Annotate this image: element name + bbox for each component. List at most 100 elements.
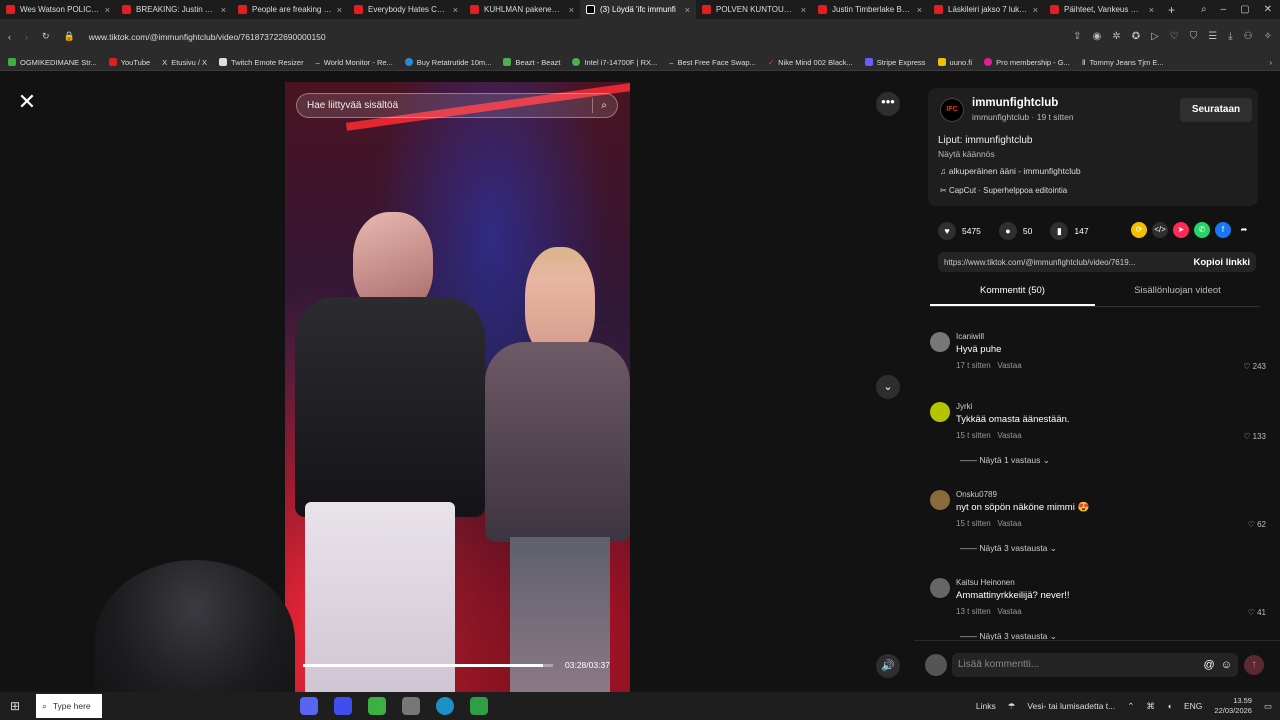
sound-link[interactable]: ♫ alkuperäinen ääni - immunfightclub	[940, 166, 1081, 176]
close-video-button[interactable]: ✕	[15, 91, 39, 115]
video-progress-bar[interactable]	[303, 664, 553, 667]
tray-chevron-icon[interactable]: ⌃	[1127, 701, 1134, 712]
bookmark[interactable]: – World Monitor - Re...	[316, 58, 393, 67]
bookmark[interactable]: Stripe Express	[864, 58, 926, 67]
browser-tab[interactable]: BREAKING: Justin Timberl ×	[116, 0, 232, 19]
commenter-name[interactable]: Icaniwill	[956, 332, 984, 341]
bookmark[interactable]: Beazt - Beazt	[503, 58, 560, 67]
comment-like-button[interactable]: ♡ 133	[1243, 432, 1266, 441]
related-search-input[interactable]: Hae liittyvää sisältöä ⌕	[296, 93, 618, 118]
follow-button[interactable]: Seurataan	[1180, 98, 1252, 122]
whatsapp-icon[interactable]: ✆	[1194, 222, 1210, 238]
commenter-avatar[interactable]	[930, 578, 950, 598]
repost-icon[interactable]: ⟳	[1131, 222, 1147, 238]
bookmark[interactable]: Buy Retatrutide 10m...	[404, 58, 491, 67]
comment-like-button[interactable]: ♡ 243	[1243, 362, 1266, 371]
share-arrow-icon[interactable]: ➦	[1236, 222, 1252, 238]
profile-icon[interactable]: ⚇	[1244, 31, 1253, 42]
comment-like-button[interactable]: ♡ 41	[1248, 608, 1266, 617]
shield-icon[interactable]	[402, 697, 420, 715]
close-tab-icon[interactable]: ×	[1149, 5, 1154, 15]
save-button[interactable]: ▮ 147	[1050, 222, 1089, 240]
browser-tab[interactable]: Läskileiri jakso 7 lukkopa ×	[928, 0, 1044, 19]
comment-button[interactable]: ● 50	[998, 222, 1032, 240]
embed-icon[interactable]: </>	[1152, 222, 1168, 238]
weather-text[interactable]: Vesi- tai lumisadetta t...	[1027, 701, 1115, 711]
tab-creator-videos[interactable]: Sisällönluojan videot	[1095, 285, 1260, 306]
extension-icon[interactable]: ✲	[1112, 31, 1120, 42]
share-icon[interactable]: ⇪	[1073, 31, 1081, 42]
browser-tab[interactable]: Justin Timberlake Bodyca ×	[812, 0, 928, 19]
close-tab-icon[interactable]: ×	[453, 5, 458, 15]
windows-start-icon[interactable]: ⊞	[0, 699, 30, 713]
forward-icon[interactable]: ›	[25, 32, 28, 42]
translate-link[interactable]: Näytä käännös	[938, 149, 995, 159]
commenter-avatar[interactable]	[930, 332, 950, 352]
new-tab-icon[interactable]: +	[1160, 3, 1183, 17]
bookmark[interactable]: ✓ Nike Mind 002 Black...	[768, 58, 853, 67]
bookmark[interactable]: X Etusivu / X	[162, 58, 207, 67]
links-toolbar[interactable]: Links	[976, 701, 996, 711]
copy-link-button[interactable]: Kopioi linkki	[1194, 257, 1250, 268]
send-comment-button[interactable]: ↑	[1244, 655, 1264, 675]
app-icon[interactable]	[368, 697, 386, 715]
browser-tab[interactable]: Päihteet, Vankeus & Raitt ×	[1044, 0, 1160, 19]
search-icon[interactable]: ⌕	[601, 100, 607, 111]
back-icon[interactable]: ‹	[8, 32, 11, 42]
browser-tab-active[interactable]: (3) Löydä 'ifc immunfi ×	[580, 0, 696, 19]
play-icon[interactable]: ▷	[1151, 31, 1159, 42]
reply-button[interactable]: Vastaa	[997, 519, 1021, 528]
mention-icon[interactable]: @	[1203, 659, 1214, 671]
close-tab-icon[interactable]: ×	[569, 5, 574, 15]
tab-comments[interactable]: Kommentit (50)	[930, 285, 1095, 306]
browser-tab[interactable]: POLVEN KUNTOUTUS AL ×	[696, 0, 812, 19]
bookmark[interactable]: Twitch Emote Resizer	[219, 58, 304, 67]
comment-input[interactable]: Lisää kommentti... @ ☺	[952, 653, 1238, 677]
close-tab-icon[interactable]: ×	[685, 5, 690, 15]
edge-icon[interactable]	[436, 697, 454, 715]
reply-button[interactable]: Vastaa	[997, 431, 1021, 440]
author-name[interactable]: immunfightclub	[972, 97, 1058, 109]
bookmark[interactable]: Pro membership - G...	[984, 58, 1070, 67]
bookmark[interactable]: – Best Free Face Swap...	[669, 58, 756, 67]
close-tab-icon[interactable]: ×	[337, 5, 342, 15]
more-options-button[interactable]: •••	[876, 92, 900, 116]
volume-button[interactable]: 🔊	[876, 654, 900, 678]
send-icon[interactable]: ➤	[1173, 222, 1189, 238]
shield-icon[interactable]: ⛉	[1190, 31, 1198, 42]
close-tab-icon[interactable]: ×	[801, 5, 806, 15]
close-tab-icon[interactable]: ×	[221, 5, 226, 15]
close-tab-icon[interactable]: ×	[917, 5, 922, 15]
maximize-icon[interactable]: ▢	[1240, 4, 1249, 15]
facebook-icon[interactable]: f	[1215, 222, 1231, 238]
commenter-name[interactable]: Jyrki	[956, 402, 972, 411]
volume-icon[interactable]: ◖	[1167, 701, 1172, 711]
taskbar-search[interactable]: ⌕ Type here	[36, 694, 103, 718]
ai-icon[interactable]: ✧	[1264, 31, 1272, 42]
close-tab-icon[interactable]: ×	[105, 5, 110, 15]
next-video-button[interactable]: ⌄	[876, 375, 900, 399]
download-icon[interactable]: ⤓	[1228, 31, 1232, 42]
bookmark[interactable]: Ⅱ Tommy Jeans Tjm E...	[1082, 58, 1164, 67]
browser-tab[interactable]: Wes Watson POLICE REPO ×	[0, 0, 116, 19]
search-tabs-icon[interactable]: ⌕	[1201, 4, 1207, 15]
reload-icon[interactable]: ↻	[42, 31, 50, 42]
close-tab-icon[interactable]: ×	[1033, 5, 1038, 15]
video-player[interactable]	[285, 82, 630, 692]
view-replies-button[interactable]: —— Näytä 1 vastaus ⌄	[960, 455, 1050, 466]
discord-icon[interactable]	[334, 697, 352, 715]
minimize-icon[interactable]: –	[1221, 4, 1227, 15]
emoji-icon[interactable]: ☺	[1221, 659, 1232, 671]
language-indicator[interactable]: ENG	[1184, 701, 1202, 711]
video-link-url[interactable]: https://www.tiktok.com/@immunfightclub/v…	[944, 258, 1176, 267]
author-avatar[interactable]: IFC	[940, 98, 964, 122]
bookmark[interactable]: uuno.fi	[937, 58, 972, 67]
like-button[interactable]: ♥ 5475	[938, 222, 981, 240]
bookmark[interactable]: OGMIKEDIMANE Str...	[8, 58, 97, 67]
bookmarks-more-icon[interactable]: ›	[1270, 58, 1273, 67]
url-field[interactable]: www.tiktok.com/@immunfightclub/video/761…	[89, 32, 326, 42]
reply-button[interactable]: Vastaa	[997, 361, 1021, 370]
bookmark[interactable]: Intel i7-14700F | RX...	[572, 58, 657, 67]
translate-icon[interactable]: ✪	[1132, 31, 1140, 42]
menu-icon[interactable]: ☰	[1208, 31, 1217, 42]
